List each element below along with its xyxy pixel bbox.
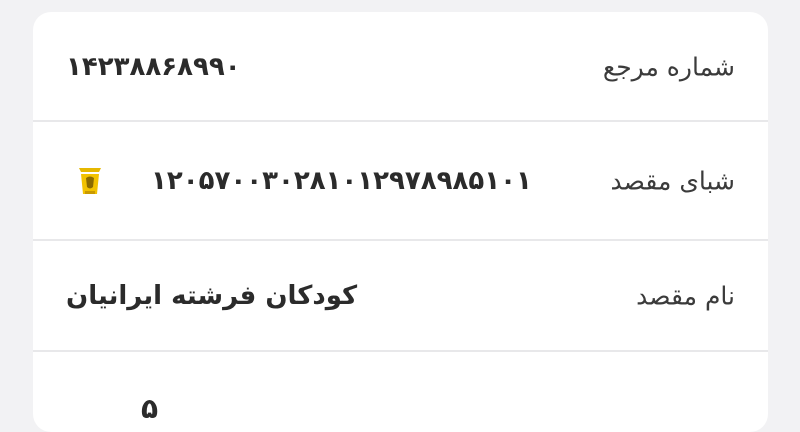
reference-number-row: شماره مرجع ۱۴۲۳۸۸۶۸۹۹۰	[33, 12, 768, 121]
destination-sheba-row: شبای مقصد ۱۲۰۵۷۰۰۳۰۲۸۱۰۱۲۹۷۸۹۸۵۱۰۱	[33, 122, 768, 240]
bank-logo-icon	[75, 165, 105, 197]
reference-number-value[interactable]: ۱۴۲۳۸۸۶۸۹۹۰	[66, 52, 241, 82]
destination-name-label: نام مقصد	[636, 281, 735, 311]
transaction-details-card: شماره مرجع ۱۴۲۳۸۸۶۸۹۹۰ شبای مقصد ۱۲۰۵۷۰۰…	[33, 12, 768, 432]
destination-sheba-label: شبای مقصد	[610, 166, 735, 196]
partial-row: ۵	[33, 352, 768, 432]
reference-number-label: شماره مرجع	[602, 52, 735, 81]
partial-value: ۵	[141, 392, 159, 425]
destination-name-value[interactable]: کودکان فرشته ایرانیان	[66, 281, 357, 311]
destination-name-row: نام مقصد کودکان فرشته ایرانیان	[33, 241, 768, 351]
destination-sheba-value[interactable]: ۱۲۰۵۷۰۰۳۰۲۸۱۰۱۲۹۷۸۹۸۵۱۰۱	[151, 166, 532, 196]
